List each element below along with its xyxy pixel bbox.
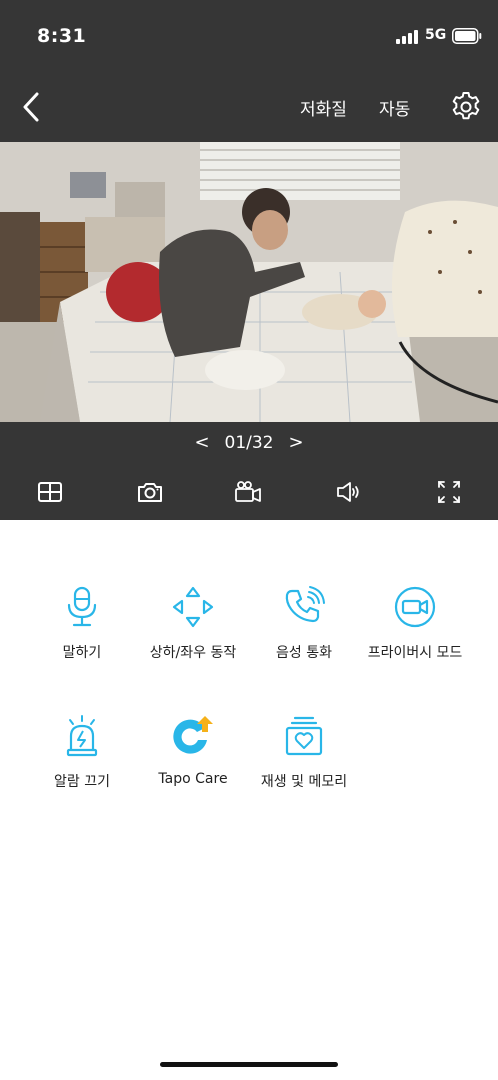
privacy-mode-label: 프라이버시 모드 [367,645,463,661]
camera-pager: < 01/32 > [0,422,498,466]
talk-label: 말하기 [62,645,102,661]
speaker-volume-icon[interactable] [334,478,362,506]
privacy-camera-icon [394,586,436,628]
video-controls [0,466,498,520]
playback-memory-button[interactable]: 재생 및 메모리 [254,714,354,791]
pan-tilt-label: 상하/좌우 동작 [149,645,237,661]
record-video-icon[interactable] [234,478,262,506]
tapo-care-label: Tapo Care [158,771,228,787]
playback-memory-icon [285,716,323,756]
status-time: 8:31 [37,25,87,47]
mode-auto-button[interactable]: 자동 [379,95,410,120]
voice-call-label: 음성 통화 [276,645,332,661]
pan-tilt-arrows-icon [172,586,214,628]
alarm-siren-icon [66,715,98,757]
back-arrow-icon[interactable] [20,90,44,124]
voice-call-button[interactable]: 음성 통화 [254,585,354,662]
microphone-icon [67,586,97,627]
camera-live-view[interactable] [0,142,498,422]
camera-scene [0,142,498,422]
next-camera-button[interactable]: > [286,432,306,453]
alarm-off-button[interactable]: 알람 끄기 [32,714,132,791]
video-quality-button[interactable]: 저화질 [300,95,347,120]
battery-icon [452,28,482,44]
home-indicator[interactable] [160,1062,338,1067]
talk-button[interactable]: 말하기 [32,585,132,662]
prev-camera-button[interactable]: < [192,432,212,453]
status-bar: 8:31 5G [0,0,498,72]
navigation-bar: 저화질 자동 [0,72,498,142]
cellular-signal-icon [396,30,418,44]
network-type: 5G [425,27,447,43]
privacy-mode-button[interactable]: 프라이버시 모드 [365,585,465,662]
tapo-care-icon [173,716,213,754]
tapo-care-button[interactable]: Tapo Care [143,714,243,787]
fullscreen-icon[interactable] [435,478,463,506]
settings-gear-icon[interactable] [450,91,482,123]
camera-page-count: 01/32 [224,433,274,453]
phone-call-icon [285,586,325,623]
alarm-off-label: 알람 끄기 [54,774,110,790]
snapshot-camera-icon[interactable] [136,478,164,506]
grid-view-icon[interactable] [36,478,64,506]
pan-tilt-button[interactable]: 상하/좌우 동작 [143,585,243,662]
playback-memory-label: 재생 및 메모리 [260,774,348,790]
